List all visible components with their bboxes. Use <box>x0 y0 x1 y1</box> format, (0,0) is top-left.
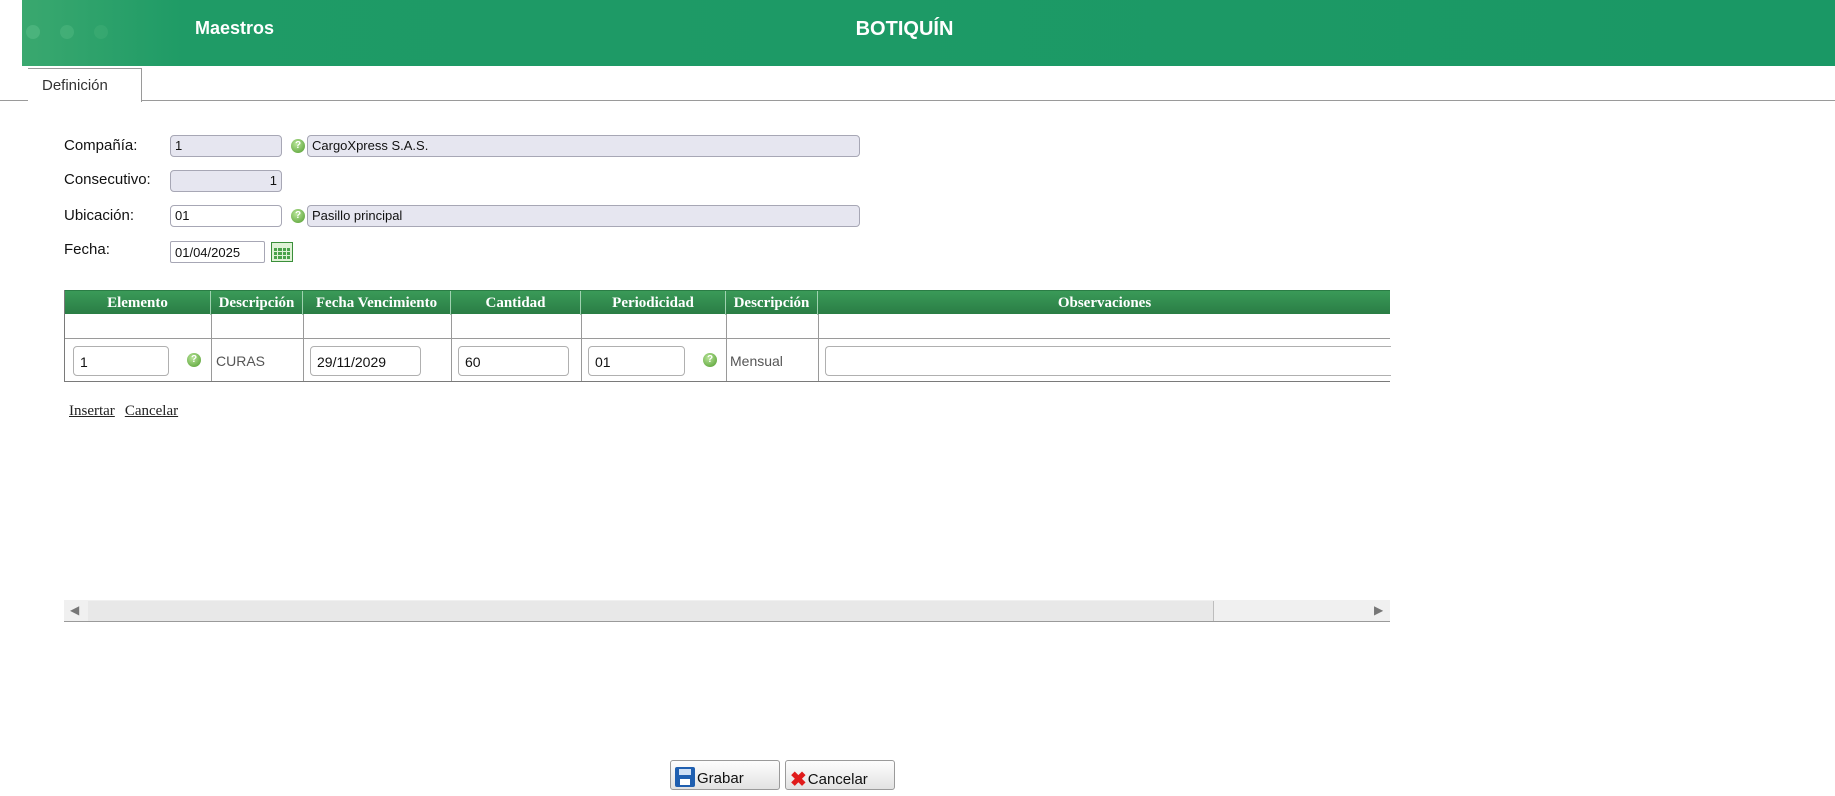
periodicidad-input[interactable]: 01 <box>588 346 685 376</box>
cancelar-link[interactable]: Cancelar <box>125 403 178 419</box>
col-fecha-vencimiento: Fecha Vencimiento <box>303 291 451 315</box>
compania-code-field[interactable]: 1 <box>170 135 282 157</box>
app-header: Maestros BOTIQUÍN <box>22 0 1835 66</box>
observaciones-input[interactable] <box>825 346 1391 376</box>
col-descripcion-2: Descripción <box>726 291 818 315</box>
col-cantidad: Cantidad <box>451 291 581 315</box>
scroll-thumb[interactable] <box>88 601 1214 621</box>
insertar-link[interactable]: Insertar <box>69 403 115 419</box>
ubicacion-name-field: Pasillo principal <box>307 205 860 227</box>
col-observaciones: Observaciones <box>1057 295 1152 311</box>
help-icon[interactable]: ? <box>291 139 305 153</box>
tab-definicion[interactable]: Definición <box>28 68 142 102</box>
consecutivo-field: 1 <box>170 170 282 192</box>
help-icon[interactable]: ? <box>703 353 717 367</box>
fecha-field[interactable]: 01/04/2025 <box>170 241 265 263</box>
col-periodicidad: Periodicidad <box>581 291 726 315</box>
cancelar-label: Cancelar <box>807 771 868 788</box>
col-descripcion: Descripción <box>211 291 303 315</box>
elemento-input[interactable]: 1 <box>73 346 169 376</box>
grabar-button[interactable]: Grabar <box>670 760 780 790</box>
periodicidad-desc-cell: Mensual <box>730 353 783 369</box>
col-elemento: Elemento <box>65 291 211 315</box>
save-icon <box>675 767 695 787</box>
help-icon[interactable]: ? <box>187 353 201 367</box>
ubicacion-code-field[interactable]: 01 <box>170 205 282 227</box>
ubicacion-label: Ubicación: <box>64 207 135 224</box>
horizontal-scrollbar[interactable]: ◀ ▶ <box>64 600 1390 622</box>
page-title: BOTIQUÍN <box>855 18 954 40</box>
fecha-vencimiento-input[interactable]: 29/11/2029 <box>310 346 421 376</box>
items-grid: Elemento Descripción Fecha Vencimiento C… <box>64 290 1391 382</box>
fecha-label: Fecha: <box>64 241 110 258</box>
compania-name-field: CargoXpress S.A.S. <box>307 135 860 157</box>
grid-header: Elemento Descripción Fecha Vencimiento C… <box>65 290 1390 315</box>
grabar-label: Grabar <box>697 770 744 787</box>
calendar-icon[interactable] <box>271 242 293 262</box>
compania-label: Compañía: <box>64 137 138 154</box>
cancel-x-icon: ✖ <box>790 769 807 791</box>
grid-actions: Insertar Cancelar <box>69 403 188 420</box>
consecutivo-label: Consecutivo: <box>64 171 151 188</box>
help-icon[interactable]: ? <box>291 209 305 223</box>
scroll-left-icon[interactable]: ◀ <box>70 603 79 617</box>
scroll-right-icon[interactable]: ▶ <box>1374 603 1383 617</box>
cancelar-button[interactable]: ✖Cancelar <box>785 760 895 791</box>
descripcion-cell: CURAS <box>216 353 266 369</box>
cantidad-input[interactable]: 60 <box>458 346 569 376</box>
